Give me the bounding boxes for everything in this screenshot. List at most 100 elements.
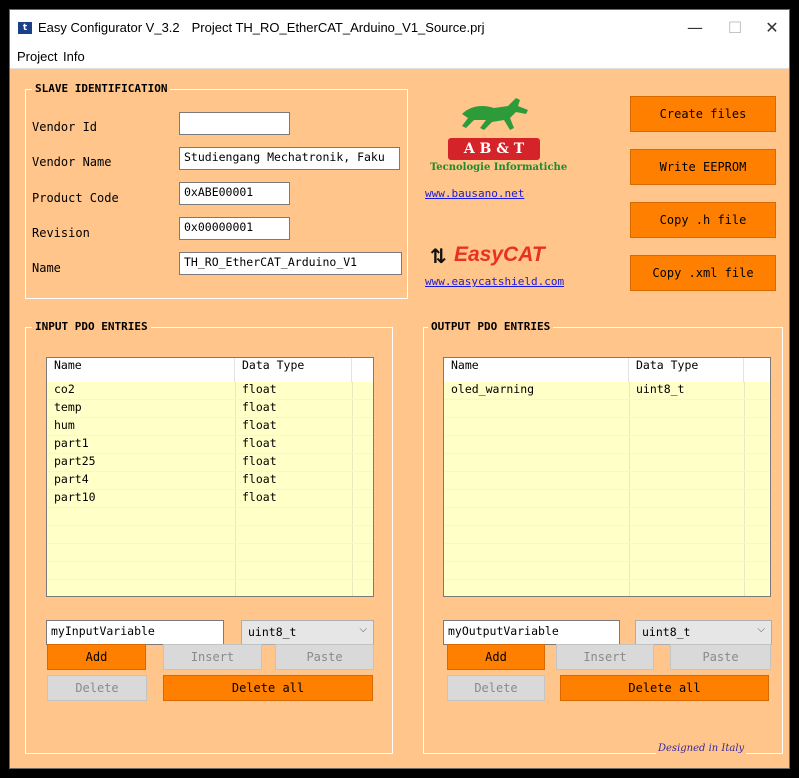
output-type-select[interactable]: uint8_t ⌵ [635, 620, 772, 645]
chevron-down-icon: ⌵ [359, 624, 367, 635]
table-row [444, 472, 770, 490]
easycat-arrows-icon: ⇅ [430, 244, 447, 268]
abt-letters: A B & T [448, 138, 540, 160]
input-col-type-header[interactable]: Data Type [235, 358, 352, 382]
easycatshield-link[interactable]: www.easycatshield.com [425, 275, 564, 288]
output-type-value: uint8_t [642, 625, 691, 639]
row-name: oled_warning [451, 382, 535, 396]
app-window: t Easy Configurator V_3.2 Project TH_RO_E… [9, 9, 790, 769]
row-type: float [242, 490, 277, 504]
table-row [47, 508, 373, 526]
table-row [444, 544, 770, 562]
input-type-value: uint8_t [248, 625, 297, 639]
product-code-field[interactable]: 0xABE00001 [179, 182, 290, 205]
vendor-id-label: Vendor Id [32, 120, 98, 134]
easycat-logo: ⇅ EasyCAT [430, 243, 590, 270]
menu-bar: Project Info [10, 46, 789, 69]
table-row[interactable]: part10 float [47, 490, 373, 508]
output-add-button[interactable]: Add [447, 644, 545, 670]
input-pdo-title: INPUT PDO ENTRIES [32, 320, 151, 333]
input-delete-button[interactable]: Delete [47, 675, 147, 701]
row-type: float [242, 382, 277, 396]
name-label: Name [32, 261, 61, 275]
input-insert-button[interactable]: Insert [163, 644, 262, 670]
input-type-select[interactable]: uint8_t ⌵ [241, 620, 374, 645]
table-row [444, 526, 770, 544]
table-row[interactable]: hum float [47, 418, 373, 436]
table-row[interactable]: part25 float [47, 454, 373, 472]
horse-icon [462, 98, 528, 130]
abt-subtitle: Tecnologie Informatiche [430, 162, 568, 173]
table-row [444, 490, 770, 508]
input-pdo-list[interactable]: Name Data Type co2 float temp float hum flo… [46, 357, 374, 597]
row-type: float [242, 400, 277, 414]
output-insert-button[interactable]: Insert [556, 644, 654, 670]
app-title: Easy Configurator V_3.2 [38, 20, 180, 35]
table-row [444, 400, 770, 418]
title-bar: t Easy Configurator V_3.2 Project TH_RO_E… [10, 10, 789, 46]
output-paste-button[interactable]: Paste [670, 644, 771, 670]
output-pdo-title: OUTPUT PDO ENTRIES [428, 320, 554, 333]
revision-label: Revision [32, 226, 90, 240]
write-eeprom-button[interactable]: Write EEPROM [630, 149, 776, 185]
table-row[interactable]: part1 float [47, 436, 373, 454]
close-button[interactable]: ✕ [754, 14, 789, 42]
row-name: part10 [54, 490, 96, 504]
table-row[interactable]: part4 float [47, 472, 373, 490]
menu-info[interactable]: Info [63, 49, 85, 64]
table-row[interactable]: temp float [47, 400, 373, 418]
row-name: co2 [54, 382, 75, 396]
input-paste-button[interactable]: Paste [275, 644, 374, 670]
slave-identification-title: SLAVE IDENTIFICATION [32, 82, 171, 95]
row-type: float [242, 472, 277, 486]
input-delete-all-button[interactable]: Delete all [163, 675, 373, 701]
input-col-name-header[interactable]: Name [47, 358, 235, 382]
table-row[interactable]: co2 float [47, 382, 373, 400]
table-row[interactable]: oled_warning uint8_t [444, 382, 770, 400]
menu-project[interactable]: Project [17, 49, 57, 64]
output-delete-button[interactable]: Delete [447, 675, 545, 701]
input-add-button[interactable]: Add [47, 644, 146, 670]
row-name: hum [54, 418, 75, 432]
vendor-name-label: Vendor Name [32, 155, 112, 169]
row-name: part25 [54, 454, 96, 468]
table-row [47, 562, 373, 580]
row-name: part4 [54, 472, 89, 486]
output-col-name-header[interactable]: Name [444, 358, 629, 382]
copy-xml-file-button[interactable]: Copy .xml file [630, 255, 776, 291]
row-name: temp [54, 400, 82, 414]
input-variable-field[interactable]: myInputVariable [46, 620, 224, 645]
copy-h-file-button[interactable]: Copy .h file [630, 202, 776, 238]
table-row [444, 562, 770, 580]
input-pdo-list-header: Name Data Type [47, 358, 373, 382]
output-variable-field[interactable]: myOutputVariable [443, 620, 620, 645]
easycat-logo-text: EasyCAT [454, 243, 545, 266]
project-title: Project TH_RO_EtherCAT_Arduino_V1_Source… [191, 20, 485, 35]
output-pdo-list-header: Name Data Type [444, 358, 770, 382]
row-type: float [242, 454, 277, 468]
table-row [444, 454, 770, 472]
table-row [444, 418, 770, 436]
name-field[interactable]: TH_RO_EtherCAT_Arduino_V1 [179, 252, 402, 275]
bausano-link[interactable]: www.bausano.net [425, 187, 524, 200]
product-code-label: Product Code [32, 191, 119, 205]
row-name: part1 [54, 436, 89, 450]
designed-in-italy-text: Designed in Italy [656, 743, 747, 754]
output-delete-all-button[interactable]: Delete all [560, 675, 769, 701]
revision-field[interactable]: 0x00000001 [179, 217, 290, 240]
minimize-button[interactable]: — [677, 14, 713, 42]
output-col-type-header[interactable]: Data Type [629, 358, 744, 382]
output-pdo-list[interactable]: Name Data Type oled_warning uint8_t [443, 357, 771, 597]
create-files-button[interactable]: Create files [630, 96, 776, 132]
table-row [444, 508, 770, 526]
row-type: float [242, 418, 277, 432]
window-title: Easy Configurator V_3.2 Project TH_RO_Eth… [38, 20, 485, 35]
vendor-id-field[interactable] [179, 112, 290, 135]
table-row [47, 526, 373, 544]
row-type: uint8_t [636, 382, 685, 396]
app-icon: t [18, 22, 32, 34]
row-type: float [242, 436, 277, 450]
maximize-button[interactable]: ☐ [717, 14, 753, 42]
chevron-down-icon: ⌵ [757, 624, 765, 635]
vendor-name-field[interactable]: Studiengang Mechatronik, Faku [179, 147, 400, 170]
